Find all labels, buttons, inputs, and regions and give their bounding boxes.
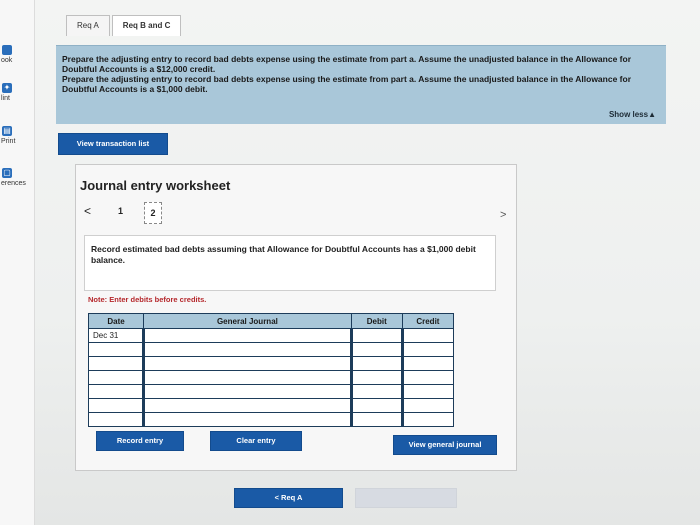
- date-cell[interactable]: Dec 31: [87, 328, 145, 343]
- credit-cell[interactable]: [400, 356, 455, 371]
- table-row: Dec 31: [87, 328, 455, 343]
- previous-requirement-button[interactable]: < Req A: [234, 488, 343, 508]
- credit-cell[interactable]: [400, 370, 455, 385]
- previous-chevron-icon[interactable]: <: [84, 204, 91, 218]
- journal-entry-worksheet: Journal entry worksheet < 1 2 > Record e…: [75, 164, 517, 471]
- date-cell[interactable]: [87, 342, 145, 357]
- rail-item-references[interactable]: ▢ erences: [0, 168, 34, 187]
- requirement-tabs: Req A Req B and C: [66, 15, 183, 37]
- date-cell[interactable]: [87, 412, 145, 427]
- journal-table: Date General Journal Debit Credit Dec 31: [87, 313, 455, 427]
- debit-cell[interactable]: [349, 356, 403, 371]
- general-journal-cell[interactable]: [142, 356, 352, 371]
- table-row: [87, 412, 455, 427]
- table-row: [87, 356, 455, 371]
- column-header-general-journal: General Journal: [143, 313, 352, 329]
- instruction-line-1: Prepare the adjusting entry to record ba…: [62, 54, 631, 74]
- show-less-link[interactable]: Show less▲: [609, 110, 656, 119]
- date-cell[interactable]: [87, 398, 145, 413]
- debit-cell[interactable]: [349, 342, 403, 357]
- general-journal-cell[interactable]: [142, 384, 352, 399]
- rail-item-hint[interactable]: ✦ lint: [0, 83, 34, 102]
- clear-entry-button[interactable]: Clear entry: [210, 431, 302, 451]
- rail-item-print[interactable]: ▤ Print: [0, 126, 34, 145]
- entry-description: Record estimated bad debts assuming that…: [91, 244, 476, 265]
- worksheet-title: Journal entry worksheet: [80, 178, 231, 193]
- left-rail: ook ✦ lint ▤ Print ▢ erences: [0, 0, 35, 525]
- record-entry-button[interactable]: Record entry: [96, 431, 184, 451]
- credit-cell[interactable]: [400, 384, 455, 399]
- debit-cell[interactable]: [349, 412, 403, 427]
- tab-req-b-and-c[interactable]: Req B and C: [111, 15, 182, 36]
- column-header-date: Date: [87, 313, 145, 329]
- view-transaction-list-button[interactable]: View transaction list: [58, 133, 168, 155]
- next-chevron-icon[interactable]: >: [500, 209, 506, 221]
- table-row: [87, 342, 455, 357]
- credit-cell[interactable]: [400, 398, 455, 413]
- hint-icon: ✦: [2, 83, 12, 93]
- entry-description-box: Record estimated bad debts assuming that…: [84, 235, 496, 291]
- screen: ook ✦ lint ▤ Print ▢ erences Req A Req B…: [0, 0, 700, 525]
- credit-cell[interactable]: [400, 342, 455, 357]
- book-icon: [2, 45, 12, 55]
- date-cell[interactable]: [87, 356, 145, 371]
- table-row: [87, 370, 455, 385]
- view-general-journal-button[interactable]: View general journal: [393, 435, 497, 455]
- print-icon: ▤: [2, 126, 12, 136]
- instruction-line-2: Prepare the adjusting entry to record ba…: [62, 74, 631, 94]
- worksheet-page-1[interactable]: 1: [118, 206, 123, 216]
- debit-cell[interactable]: [349, 370, 403, 385]
- column-header-debit: Debit: [350, 313, 403, 329]
- table-row: [87, 384, 455, 399]
- tab-req-a[interactable]: Req A: [66, 15, 110, 36]
- general-journal-cell[interactable]: [142, 342, 352, 357]
- worksheet-page-2[interactable]: 2: [144, 202, 162, 224]
- references-icon: ▢: [2, 168, 12, 178]
- table-row: [87, 398, 455, 413]
- debit-cell[interactable]: [349, 398, 403, 413]
- credit-cell[interactable]: [400, 328, 455, 343]
- general-journal-cell[interactable]: [142, 398, 352, 413]
- debit-cell[interactable]: [349, 328, 403, 343]
- next-requirement-button: [355, 488, 457, 508]
- general-journal-cell[interactable]: [142, 412, 352, 427]
- column-header-credit: Credit: [401, 313, 455, 329]
- debits-note: Note: Enter debits before credits.: [88, 295, 207, 304]
- debit-cell[interactable]: [349, 384, 403, 399]
- general-journal-cell[interactable]: [142, 370, 352, 385]
- instructions-panel: Prepare the adjusting entry to record ba…: [56, 45, 666, 124]
- general-journal-cell[interactable]: [142, 328, 352, 343]
- credit-cell[interactable]: [400, 412, 455, 427]
- date-cell[interactable]: [87, 370, 145, 385]
- date-cell[interactable]: [87, 384, 145, 399]
- rail-item-book[interactable]: ook: [0, 45, 34, 64]
